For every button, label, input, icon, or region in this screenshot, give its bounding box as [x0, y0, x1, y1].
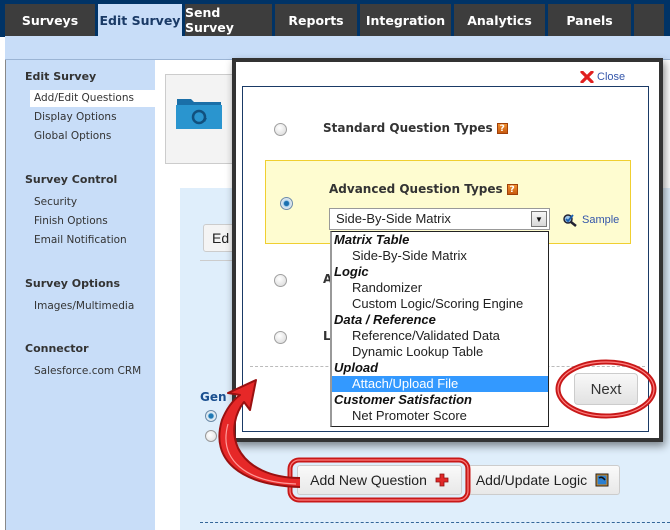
logic-icon: [595, 473, 609, 487]
next-button[interactable]: Next: [574, 373, 638, 405]
add-update-logic-label: Add/Update Logic: [475, 472, 588, 488]
standard-question-types-label: Standard Question Types?: [323, 121, 508, 135]
add-new-question-label: Add New Question: [310, 472, 427, 488]
close-label: Close: [597, 71, 626, 83]
dropdown-group: Upload: [334, 360, 379, 375]
dropdown-option[interactable]: Net Promoter Score: [332, 408, 548, 424]
sub-nav-bar: [5, 36, 670, 60]
advanced-question-types-radio[interactable]: [280, 197, 293, 210]
sample-link[interactable]: Sample: [562, 213, 619, 227]
chevron-down-icon[interactable]: ▼: [531, 211, 547, 227]
tab-reports[interactable]: Reports: [275, 4, 357, 36]
sidebar-item-security[interactable]: Security: [34, 196, 77, 208]
main-tabs: Surveys Edit Survey Send Survey Reports …: [5, 4, 667, 36]
option-4-radio[interactable]: [274, 331, 287, 344]
sidebar-section-edit-survey: Edit Survey: [25, 70, 97, 83]
tab-send-survey[interactable]: Send Survey: [185, 4, 272, 36]
advanced-question-type-select[interactable]: Side-By-Side Matrix ▼: [329, 208, 550, 230]
tab-integration[interactable]: Integration: [360, 4, 451, 36]
folder-refresh-icon: [176, 99, 222, 129]
sidebar-section-connector: Connector: [25, 342, 89, 355]
dropdown-option[interactable]: Custom Logic/Scoring Engine: [332, 296, 548, 312]
close-button[interactable]: Close: [580, 71, 625, 83]
sidebar-section-survey-control: Survey Control: [25, 173, 118, 186]
dropdown-group: Matrix Table: [334, 232, 410, 247]
sidebar-item-display-options[interactable]: Display Options: [34, 111, 117, 123]
tab-analytics[interactable]: Analytics: [454, 4, 545, 36]
plus-icon: [435, 473, 449, 487]
select-value: Side-By-Side Matrix: [336, 211, 451, 226]
dropdown-option[interactable]: Reference/Validated Data: [332, 328, 548, 344]
help-icon[interactable]: ?: [496, 123, 508, 134]
help-icon[interactable]: ?: [506, 184, 518, 195]
magnifier-icon: [563, 214, 577, 227]
advanced-question-types-text: Advanced Question Types: [329, 182, 503, 196]
advanced-question-types-label: Advanced Question Types?: [329, 182, 518, 196]
add-new-question-button[interactable]: Add New Question: [297, 465, 462, 495]
dropdown-option[interactable]: Side-By-Side Matrix: [332, 248, 548, 264]
sidebar-item-email-notification[interactable]: Email Notification: [34, 234, 127, 246]
tab-panels[interactable]: Panels: [548, 4, 631, 36]
bottom-divider: [200, 522, 670, 523]
general-radio-2[interactable]: [205, 430, 217, 442]
tab-more[interactable]: [634, 4, 664, 36]
sample-label: Sample: [582, 214, 620, 226]
tab-surveys[interactable]: Surveys: [5, 4, 95, 36]
close-icon: [580, 71, 594, 83]
tab-edit-survey[interactable]: Edit Survey: [98, 4, 182, 36]
sidebar-item-images-multimedia[interactable]: Images/Multimedia: [34, 300, 134, 312]
sidebar-item-salesforce-crm[interactable]: Salesforce.com CRM: [34, 365, 141, 377]
dropdown-group: Data / Reference: [334, 312, 436, 327]
general-section-label: Gen: [200, 390, 227, 404]
dropdown-group: Logic: [334, 264, 369, 279]
standard-question-types-text: Standard Question Types: [323, 121, 493, 135]
dropdown-option[interactable]: Dynamic Lookup Table: [332, 344, 548, 360]
standard-question-types-radio[interactable]: [274, 123, 287, 136]
sidebar-section-survey-options: Survey Options: [25, 277, 120, 290]
question-type-dropdown[interactable]: Matrix Table Side-By-Side Matrix Logic R…: [330, 231, 549, 427]
top-nav-bar: Surveys Edit Survey Send Survey Reports …: [0, 0, 670, 37]
dropdown-option[interactable]: Randomizer: [332, 280, 548, 296]
add-update-logic-button[interactable]: Add/Update Logic: [465, 465, 620, 495]
sidebar-item-finish-options[interactable]: Finish Options: [34, 215, 108, 227]
general-radio-1[interactable]: [205, 410, 217, 422]
option-3-radio[interactable]: [274, 274, 287, 287]
dropdown-option-highlighted[interactable]: Attach/Upload File: [332, 376, 548, 392]
dropdown-group: Customer Satisfaction: [334, 392, 472, 407]
sidebar-item-add-edit-questions[interactable]: Add/Edit Questions: [30, 90, 155, 107]
sidebar-item-global-options[interactable]: Global Options: [34, 130, 111, 142]
